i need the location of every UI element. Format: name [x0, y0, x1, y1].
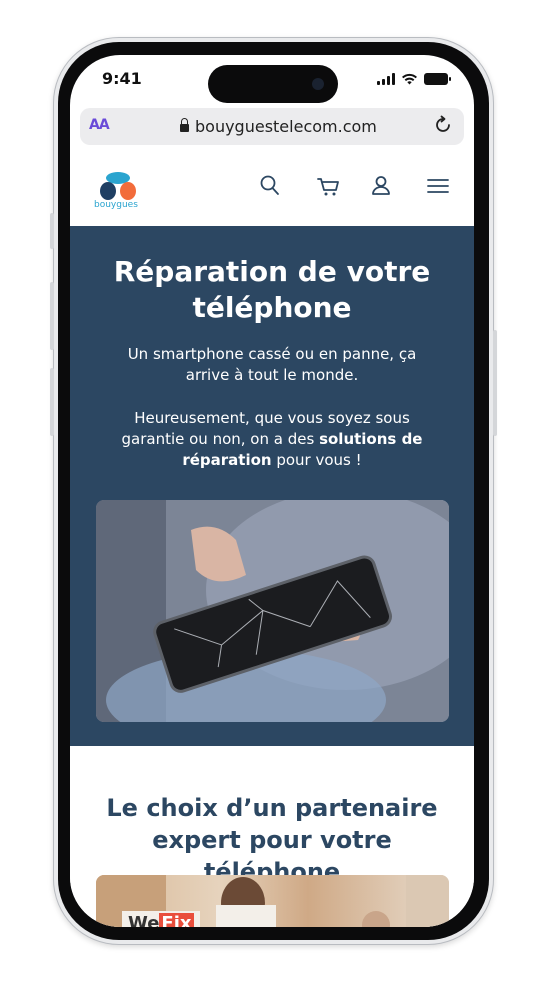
- signal-icon: [377, 73, 395, 85]
- wifi-icon: [402, 73, 417, 85]
- phone-screen: 9:41 AA bouyguestelecom.com bouygues Rép…: [70, 55, 474, 927]
- cart-icon[interactable]: [316, 173, 342, 199]
- status-icons: [377, 72, 451, 86]
- url-text: bouyguestelecom.com: [195, 117, 377, 136]
- power-button: [493, 330, 497, 436]
- wefix-logo: We Fix: [122, 911, 200, 927]
- wefix-logo-we: We: [128, 913, 160, 927]
- volume-down-button: [50, 368, 54, 436]
- dynamic-island: [208, 65, 338, 103]
- partner-title: Le choix d’un partenaire expert pour vot…: [106, 794, 438, 886]
- hero-title: Réparation de votre téléphone: [113, 255, 431, 324]
- hero-intro: Un smartphone cassé ou en panne, ça arri…: [127, 345, 417, 384]
- account-icon[interactable]: [368, 173, 394, 199]
- text-size-button[interactable]: AA: [89, 117, 110, 133]
- camera-icon: [312, 78, 324, 90]
- hero-body-end: pour vous !: [271, 451, 362, 469]
- site-header: bouygues: [70, 153, 474, 227]
- cracked-phone-image: [96, 500, 449, 722]
- url-display[interactable]: bouyguestelecom.com: [180, 117, 377, 136]
- wefix-logo-fix: Fix: [159, 913, 194, 927]
- status-time: 9:41: [102, 69, 142, 88]
- silent-switch: [50, 213, 54, 249]
- hero-body: Heureusement, que vous soyez sous garant…: [108, 408, 436, 471]
- reload-icon[interactable]: [432, 114, 454, 136]
- hero-section: Réparation de votre téléphone Un smartph…: [70, 226, 474, 746]
- partner-image: We Fix: [96, 875, 449, 927]
- brand-name: bouygues: [94, 200, 138, 210]
- search-icon[interactable]: [257, 173, 283, 199]
- partner-section: Le choix d’un partenaire expert pour vot…: [70, 746, 474, 927]
- battery-icon: [424, 73, 451, 85]
- status-bar: 9:41: [70, 55, 474, 105]
- address-bar[interactable]: AA bouyguestelecom.com: [80, 108, 464, 145]
- menu-icon[interactable]: [425, 173, 451, 199]
- volume-up-button: [50, 282, 54, 350]
- cracked-phone-illustration: [96, 500, 449, 722]
- lock-icon: [180, 118, 189, 132]
